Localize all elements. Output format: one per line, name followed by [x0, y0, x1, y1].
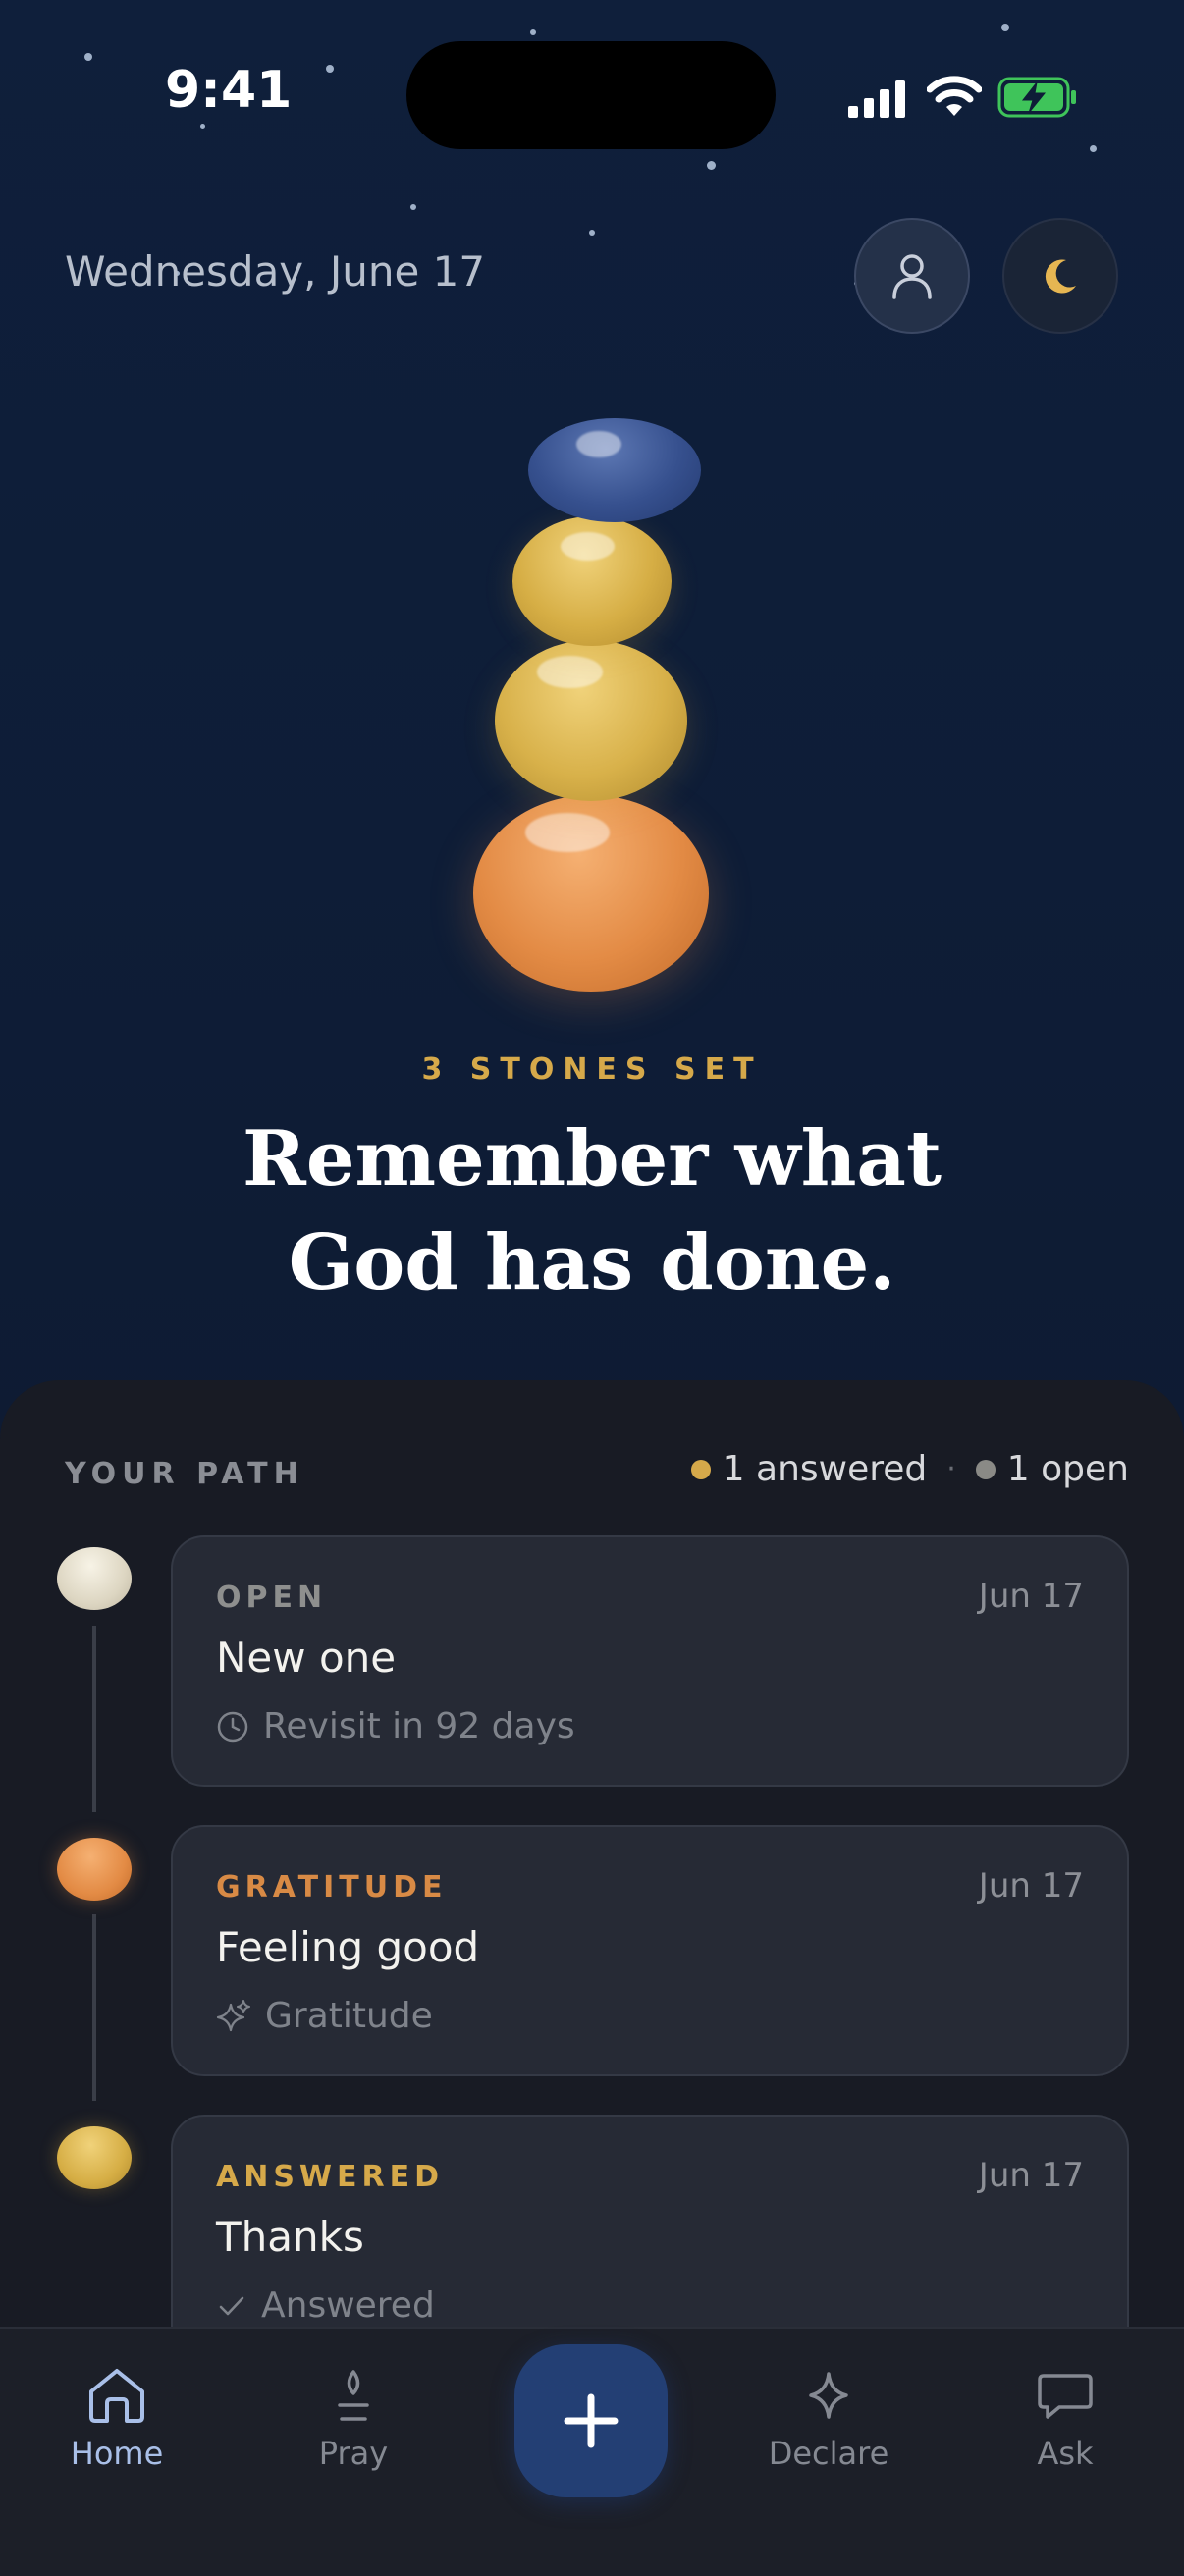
timeline-connector: [92, 1914, 96, 2101]
wifi-icon: [927, 76, 982, 116]
stone-top: [528, 418, 701, 522]
clock-icon: [217, 1711, 248, 1742]
card-type: GRATITUDE: [216, 1870, 448, 1905]
card-title: Feeling good: [216, 1923, 480, 1971]
star: [200, 124, 205, 129]
status-time: 9:41: [165, 61, 293, 120]
card-meta: Gratitude: [216, 1996, 433, 2036]
path-card[interactable]: OPEN Jun 17 New one Revisit in 92 days: [171, 1535, 1129, 1787]
check-icon: [219, 2296, 244, 2315]
timeline-stone-gratitude: [57, 1838, 132, 1901]
stone-answered: [495, 640, 687, 801]
path-title: YOUR PATH: [65, 1457, 304, 1491]
battery-charging-icon: [997, 77, 1076, 118]
summary-separator: ·: [946, 1452, 956, 1486]
card-date: Jun 17: [978, 1866, 1084, 1905]
add-stone-button[interactable]: [514, 2344, 668, 2497]
star: [326, 65, 334, 73]
person-icon: [892, 254, 932, 299]
tab-ask[interactable]: Ask: [977, 2366, 1154, 2472]
star: [530, 29, 536, 35]
tab-pray[interactable]: Pray: [265, 2366, 442, 2472]
tab-home[interactable]: Home: [28, 2366, 205, 2472]
timeline-stone-answered: [57, 2126, 132, 2189]
sparkles-icon: [216, 1999, 250, 2031]
answered-count: 1 answered: [722, 1449, 928, 1489]
card-meta-text: Gratitude: [265, 1996, 433, 2036]
tab-label: Pray: [318, 2435, 389, 2472]
star: [707, 161, 716, 170]
cellular-signal-icon: [848, 80, 905, 118]
moon-icon: [1045, 259, 1076, 294]
sparkle-icon: [809, 2372, 848, 2419]
tab-label: Declare: [768, 2435, 889, 2472]
card-meta-text: Revisit in 92 days: [263, 1706, 575, 1746]
chat-bubble-icon: [1038, 2374, 1093, 2419]
profile-button[interactable]: [854, 218, 970, 334]
hero-headline: Remember what God has done.: [242, 1114, 942, 1308]
open-dot: [975, 1459, 996, 1479]
candle-icon: [338, 2370, 369, 2421]
star: [589, 230, 595, 236]
path-card[interactable]: GRATITUDE Jun 17 Feeling good Gratitude: [171, 1825, 1129, 2076]
card-meta-text: Answered: [261, 2285, 435, 2326]
timeline-connector: [92, 1626, 96, 1812]
path-summary: 1 answered · 1 open: [690, 1449, 1129, 1489]
star: [410, 204, 416, 210]
card-meta: Revisit in 92 days: [216, 1706, 575, 1746]
stone-answered-small: [512, 516, 672, 646]
card-date: Jun 17: [978, 1577, 1084, 1616]
current-date: Wednesday, June 17: [65, 247, 486, 295]
card-title: New one: [216, 1634, 397, 1682]
answered-dot: [690, 1459, 711, 1479]
open-count: 1 open: [1006, 1449, 1129, 1489]
timeline-stone-open: [57, 1547, 132, 1610]
home-icon: [89, 2369, 144, 2423]
card-type: OPEN: [216, 1581, 328, 1615]
stones-count-label: 3 STONES SET: [421, 1052, 763, 1087]
stone-gratitude: [473, 795, 709, 992]
card-date: Jun 17: [978, 2156, 1084, 2195]
tab-label: Home: [70, 2435, 164, 2472]
tab-declare[interactable]: Declare: [740, 2366, 917, 2472]
card-meta: Answered: [216, 2285, 435, 2326]
theme-toggle-button[interactable]: [1002, 218, 1118, 334]
plus-icon: [564, 2393, 619, 2448]
card-title: Thanks: [216, 2213, 364, 2261]
star: [1001, 24, 1009, 31]
star: [84, 53, 92, 61]
dynamic-island: [406, 41, 776, 149]
star: [1090, 145, 1097, 152]
tab-label: Ask: [1037, 2435, 1094, 2472]
card-type: ANSWERED: [216, 2160, 445, 2194]
